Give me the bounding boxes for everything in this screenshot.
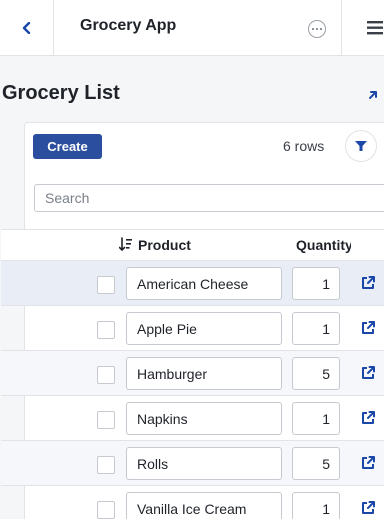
quantity-field[interactable]	[292, 312, 340, 345]
quantity-field[interactable]	[292, 402, 340, 435]
filter-button[interactable]	[345, 130, 377, 162]
row-checkbox[interactable]	[97, 276, 115, 294]
quantity-field[interactable]	[292, 447, 340, 480]
top-bar: Grocery App	[0, 0, 384, 56]
menu-icon[interactable]	[366, 19, 384, 37]
row-count: 6 rows	[283, 138, 325, 154]
table-row	[1, 396, 384, 441]
product-field[interactable]	[126, 312, 282, 345]
row-checkbox[interactable]	[97, 411, 115, 429]
product-field[interactable]	[126, 402, 282, 435]
open-external-icon[interactable]	[360, 320, 376, 336]
app-title: Grocery App	[80, 17, 177, 34]
sort-descending-icon[interactable]	[119, 237, 133, 252]
open-external-icon[interactable]	[360, 500, 376, 516]
filter-icon	[355, 141, 367, 151]
quantity-field[interactable]	[292, 267, 340, 300]
table-header: Product Quantity	[1, 229, 384, 261]
product-field[interactable]	[126, 267, 282, 300]
chevron-left-icon	[22, 21, 30, 34]
row-checkbox[interactable]	[97, 456, 115, 474]
table-row	[1, 261, 384, 306]
table-row	[1, 486, 384, 519]
row-checkbox[interactable]	[97, 321, 115, 339]
open-external-icon[interactable]	[360, 455, 376, 471]
app-window: Grocery App Grocery List Create 6 rows S…	[0, 0, 384, 519]
row-checkbox[interactable]	[97, 366, 115, 384]
create-button[interactable]: Create	[33, 134, 102, 159]
table-row	[1, 441, 384, 486]
arrow-up-right-icon[interactable]	[366, 88, 380, 102]
open-external-icon[interactable]	[360, 275, 376, 291]
open-external-icon[interactable]	[360, 365, 376, 381]
menu-divider	[341, 0, 342, 55]
quantity-field[interactable]	[292, 357, 340, 390]
search-input[interactable]	[34, 184, 384, 212]
row-checkbox[interactable]	[97, 501, 115, 519]
more-horizontal-icon	[311, 28, 323, 30]
table-body	[1, 261, 384, 519]
column-header-quantity[interactable]: Quantity	[296, 237, 351, 253]
product-field[interactable]	[126, 357, 282, 390]
table-row	[1, 351, 384, 396]
more-options-button[interactable]	[308, 20, 326, 38]
column-header-product[interactable]: Product	[138, 237, 191, 253]
table-row	[1, 306, 384, 351]
section-title: Grocery List	[2, 82, 120, 104]
product-field[interactable]	[126, 492, 282, 519]
open-external-icon[interactable]	[360, 410, 376, 426]
quantity-field[interactable]	[292, 492, 340, 519]
product-field[interactable]	[126, 447, 282, 480]
back-button[interactable]	[0, 0, 54, 55]
grocery-list-card: Create 6 rows Product Quantity	[1, 122, 384, 519]
